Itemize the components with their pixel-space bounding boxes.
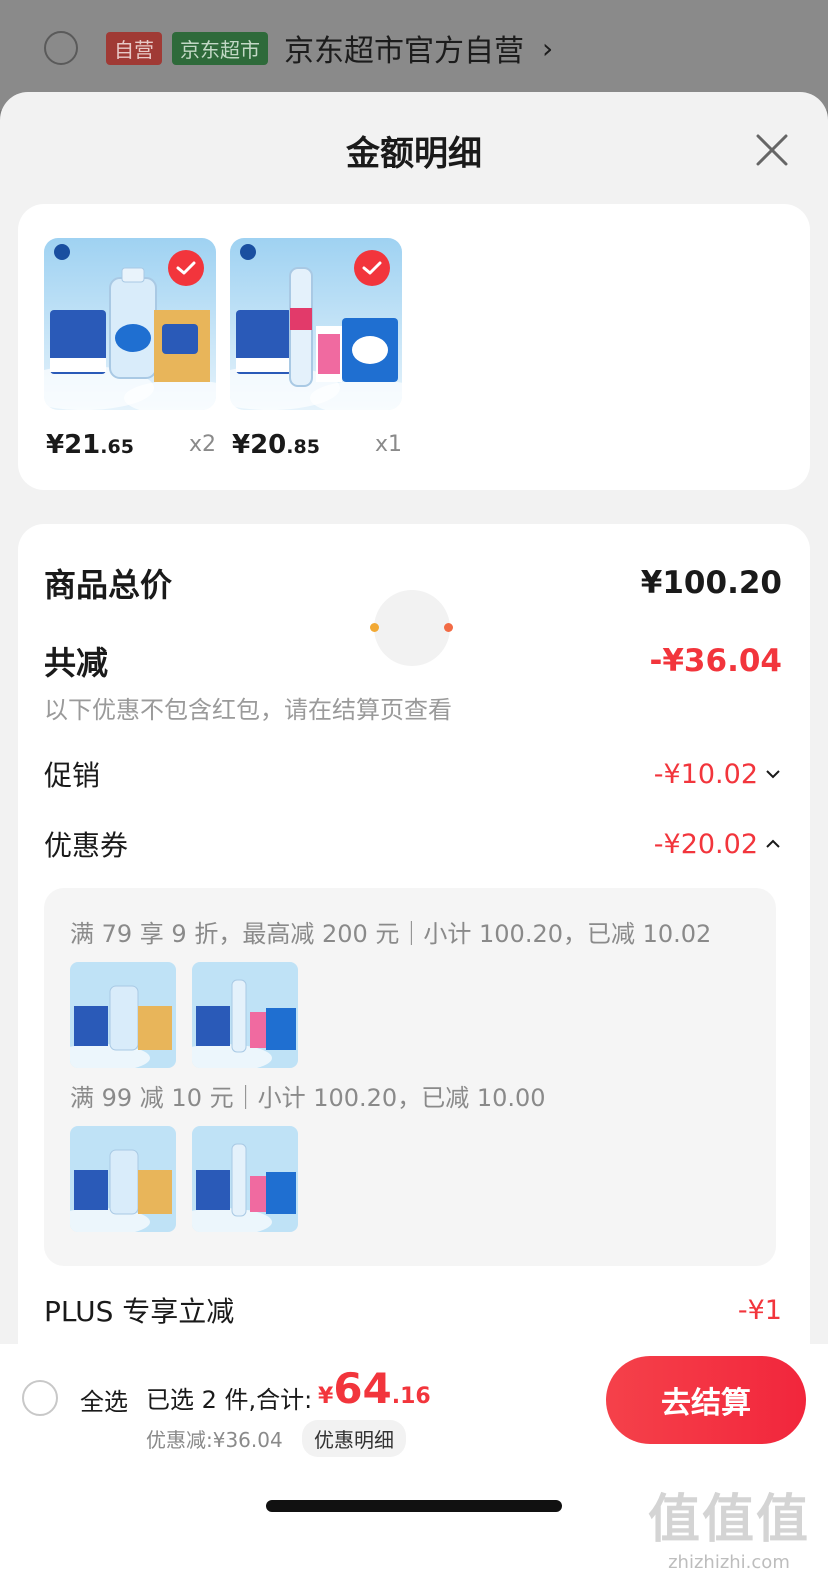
checkout-total: ¥64.16 bbox=[318, 1364, 431, 1413]
product-item-water-5l[interactable]: ¥21.65 x2 bbox=[44, 238, 216, 460]
product-image bbox=[44, 238, 216, 410]
select-all-label[interactable]: 全选 bbox=[80, 1382, 128, 1417]
coupon-value: -¥20.02 bbox=[653, 828, 758, 860]
product-image bbox=[230, 238, 402, 410]
chevron-right-icon: › bbox=[542, 31, 554, 65]
coupon-label: 优惠券 bbox=[44, 829, 129, 862]
coupon-rule-reduction: 满 99 减 10 元｜小计 100.20，已减 10.00 bbox=[70, 1084, 546, 1112]
home-indicator bbox=[266, 1500, 562, 1512]
goods-total-label: 商品总价 bbox=[44, 566, 173, 604]
coupon-rule-discount: 满 79 享 9 折，最高减 200 元｜小计 100.20，已减 10.02 bbox=[70, 920, 712, 948]
product-item-water-bottle[interactable]: ¥20.85 x1 bbox=[230, 238, 402, 460]
background-shop-radio bbox=[44, 31, 78, 65]
background-shop-row: 自营 京东超市 京东超市官方自营 › bbox=[44, 26, 553, 70]
loader-dot bbox=[370, 623, 379, 632]
close-icon[interactable] bbox=[752, 130, 792, 170]
checkout-button[interactable]: 去结算 bbox=[606, 1356, 806, 1444]
discount-amount: 优惠减:¥36.04 bbox=[146, 1428, 283, 1452]
coupon-detail-panel: 满 79 享 9 折，最高减 200 元｜小计 100.20，已减 10.02 … bbox=[44, 888, 776, 1266]
product-price: ¥20.85 bbox=[232, 430, 320, 460]
total-reduction-row: 共减 -¥36.04 bbox=[44, 638, 782, 684]
coupon-product-thumb bbox=[192, 1126, 298, 1232]
discount-note: 以下优惠不包含红包，请在结算页查看 bbox=[44, 696, 452, 724]
total-reduction-value: -¥36.04 bbox=[649, 643, 783, 679]
checked-icon[interactable] bbox=[168, 250, 204, 286]
select-all-radio[interactable] bbox=[22, 1380, 58, 1416]
discount-detail-button[interactable]: 优惠明细 bbox=[302, 1420, 406, 1457]
watermark-url: zhizhizhi.com bbox=[668, 1552, 790, 1573]
coupon-value-group: -¥20.02 bbox=[654, 829, 782, 860]
watermark-logo: 值值值 bbox=[647, 1490, 810, 1550]
product-price: ¥21.65 bbox=[46, 430, 134, 460]
jd-supermarket-tag: 京东超市 bbox=[172, 31, 268, 65]
product-quantity: x1 bbox=[374, 432, 402, 457]
chevron-up-icon[interactable] bbox=[764, 839, 782, 849]
chevron-down-icon[interactable] bbox=[764, 769, 782, 779]
promotion-row[interactable]: 促销 -¥10.02 bbox=[44, 754, 782, 794]
coupon-product-thumb bbox=[192, 962, 298, 1068]
sheet-title: 金额明细 bbox=[346, 134, 482, 174]
background-shop-name: 京东超市官方自营 bbox=[284, 34, 524, 69]
selected-summary: 已选 2 件,合计: bbox=[146, 1386, 313, 1414]
promotion-label: 促销 bbox=[44, 759, 101, 792]
promotion-value: -¥10.02 bbox=[653, 758, 758, 790]
total-reduction-label: 共减 bbox=[44, 644, 109, 682]
watermark: 值值值 zhizhizhi.com bbox=[648, 1477, 810, 1573]
coupon-row[interactable]: 优惠券 -¥20.02 bbox=[44, 824, 782, 864]
plus-discount-value: -¥1 bbox=[737, 1294, 782, 1326]
checked-icon[interactable] bbox=[354, 250, 390, 286]
coupon-product-thumb bbox=[70, 962, 176, 1068]
plus-discount-label: PLUS 专享立减 bbox=[44, 1295, 235, 1328]
coupon-product-thumb bbox=[70, 1126, 176, 1232]
promotion-value-group: -¥10.02 bbox=[654, 759, 782, 790]
selected-products-card: ¥21.65 x2 ¥20.85 x1 bbox=[18, 204, 810, 490]
product-quantity: x2 bbox=[188, 432, 216, 457]
self-operated-tag: 自营 bbox=[106, 31, 162, 65]
plus-discount-row: PLUS 专享立减 -¥1 bbox=[44, 1290, 782, 1330]
loader-dot bbox=[444, 623, 453, 632]
goods-total-value: ¥100.20 bbox=[640, 565, 782, 601]
